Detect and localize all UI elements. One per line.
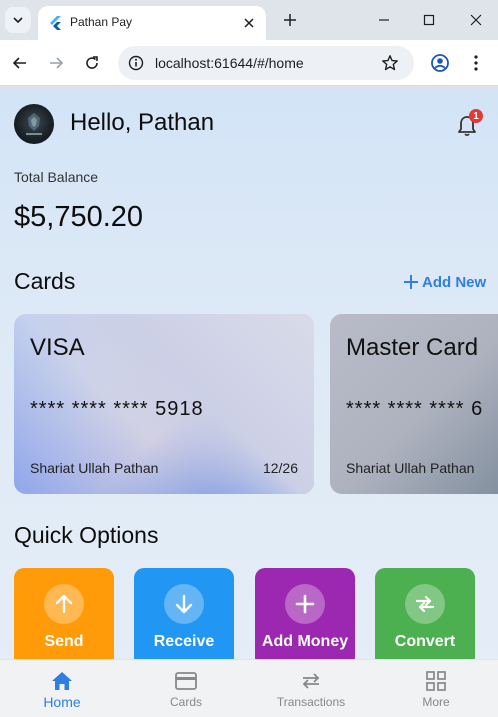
url-text[interactable]: localhost:61644/#/home bbox=[155, 55, 304, 71]
plus-icon bbox=[285, 584, 325, 624]
send-label: Send bbox=[44, 633, 84, 650]
browser-toolbar: localhost:61644/#/home bbox=[0, 40, 498, 86]
mastercard-card[interactable]: Master Card **** **** **** 6 Shariat Ull… bbox=[330, 314, 498, 494]
card-expiry: 12/26 bbox=[262, 460, 298, 476]
card-brand: Master Card bbox=[346, 334, 479, 361]
forward-button[interactable] bbox=[44, 51, 68, 75]
greeting-text: Hello, Pathan bbox=[70, 109, 215, 136]
visa-card[interactable]: VISA **** **** **** 5918 Shariat Ullah P… bbox=[14, 314, 314, 494]
grid-icon bbox=[424, 670, 448, 692]
avatar-logo-icon bbox=[26, 113, 42, 135]
site-info-icon[interactable] bbox=[126, 53, 146, 73]
swap-icon bbox=[405, 584, 445, 624]
receive-button[interactable]: Receive bbox=[134, 568, 234, 668]
nav-home[interactable]: Home bbox=[0, 660, 124, 717]
card-number: **** **** **** 6 bbox=[346, 398, 484, 420]
flutter-favicon-icon bbox=[50, 16, 61, 30]
total-balance-value: $5,750.20 bbox=[14, 201, 144, 233]
chevron-down-icon bbox=[13, 17, 23, 24]
close-icon bbox=[470, 14, 482, 26]
kebab-menu-icon bbox=[474, 55, 478, 71]
minimize-icon bbox=[379, 19, 389, 21]
tab-close-button[interactable] bbox=[240, 14, 258, 32]
card-holder: Shariat Ullah Pathan bbox=[346, 460, 475, 476]
arrow-up-icon bbox=[44, 584, 84, 624]
total-balance-label: Total Balance bbox=[14, 169, 99, 185]
add-money-label: Add Money bbox=[261, 633, 349, 650]
browser-tab-strip: Pathan Pay bbox=[0, 0, 498, 40]
arrow-right-icon bbox=[50, 57, 64, 69]
add-money-button[interactable]: Add Money bbox=[255, 568, 355, 668]
arrow-down-icon bbox=[164, 584, 204, 624]
address-bar[interactable]: localhost:61644/#/home bbox=[118, 46, 414, 80]
home-icon bbox=[50, 670, 74, 692]
tab-title: Pathan Pay bbox=[70, 15, 133, 29]
plus-icon bbox=[404, 275, 418, 289]
nav-more[interactable]: More bbox=[374, 660, 498, 717]
nav-cards[interactable]: Cards bbox=[124, 660, 248, 717]
receive-label: Receive bbox=[153, 633, 215, 650]
swap-icon bbox=[299, 670, 323, 692]
add-new-card-button[interactable]: Add New bbox=[403, 272, 486, 292]
nav-cards-label: Cards bbox=[169, 695, 202, 709]
profile-button[interactable] bbox=[428, 51, 452, 75]
nav-more-label: More bbox=[422, 695, 450, 709]
card-brand: VISA bbox=[30, 334, 85, 361]
nav-transactions[interactable]: Transactions bbox=[249, 660, 373, 717]
window-close-button[interactable] bbox=[466, 10, 486, 30]
minimize-button[interactable] bbox=[374, 10, 394, 30]
close-icon bbox=[244, 18, 254, 28]
convert-label: Convert bbox=[394, 633, 456, 650]
avatar[interactable] bbox=[14, 104, 54, 144]
card-icon bbox=[174, 670, 198, 692]
card-holder: Shariat Ullah Pathan bbox=[30, 460, 159, 476]
browser-tab[interactable]: Pathan Pay bbox=[38, 6, 266, 40]
send-button[interactable]: Send bbox=[14, 568, 114, 668]
notification-badge: 1 bbox=[469, 109, 483, 123]
convert-button[interactable]: Convert bbox=[375, 568, 475, 668]
nav-transactions-label: Transactions bbox=[276, 695, 346, 709]
new-tab-button[interactable] bbox=[280, 10, 300, 30]
quick-options-title: Quick Options bbox=[14, 522, 159, 548]
tab-search-button[interactable] bbox=[5, 7, 31, 33]
cards-section-title: Cards bbox=[14, 268, 76, 294]
bookmark-star-icon[interactable] bbox=[380, 53, 400, 73]
reload-button[interactable] bbox=[80, 51, 104, 75]
add-new-label: Add New bbox=[422, 273, 487, 291]
maximize-icon bbox=[423, 14, 435, 26]
arrow-left-icon bbox=[12, 57, 26, 69]
card-number: **** **** **** 5918 bbox=[30, 398, 204, 420]
profile-icon bbox=[431, 54, 449, 72]
back-button[interactable] bbox=[8, 51, 32, 75]
reload-icon bbox=[86, 56, 98, 69]
nav-home-label: Home bbox=[43, 694, 81, 710]
browser-menu-button[interactable] bbox=[464, 51, 488, 75]
bottom-navigation: Home Cards Transactions More bbox=[0, 659, 498, 717]
plus-icon bbox=[284, 14, 296, 26]
maximize-button[interactable] bbox=[419, 10, 439, 30]
app-home-screen: Hello, Pathan 1 Total Balance $5,750.20 … bbox=[0, 87, 498, 717]
